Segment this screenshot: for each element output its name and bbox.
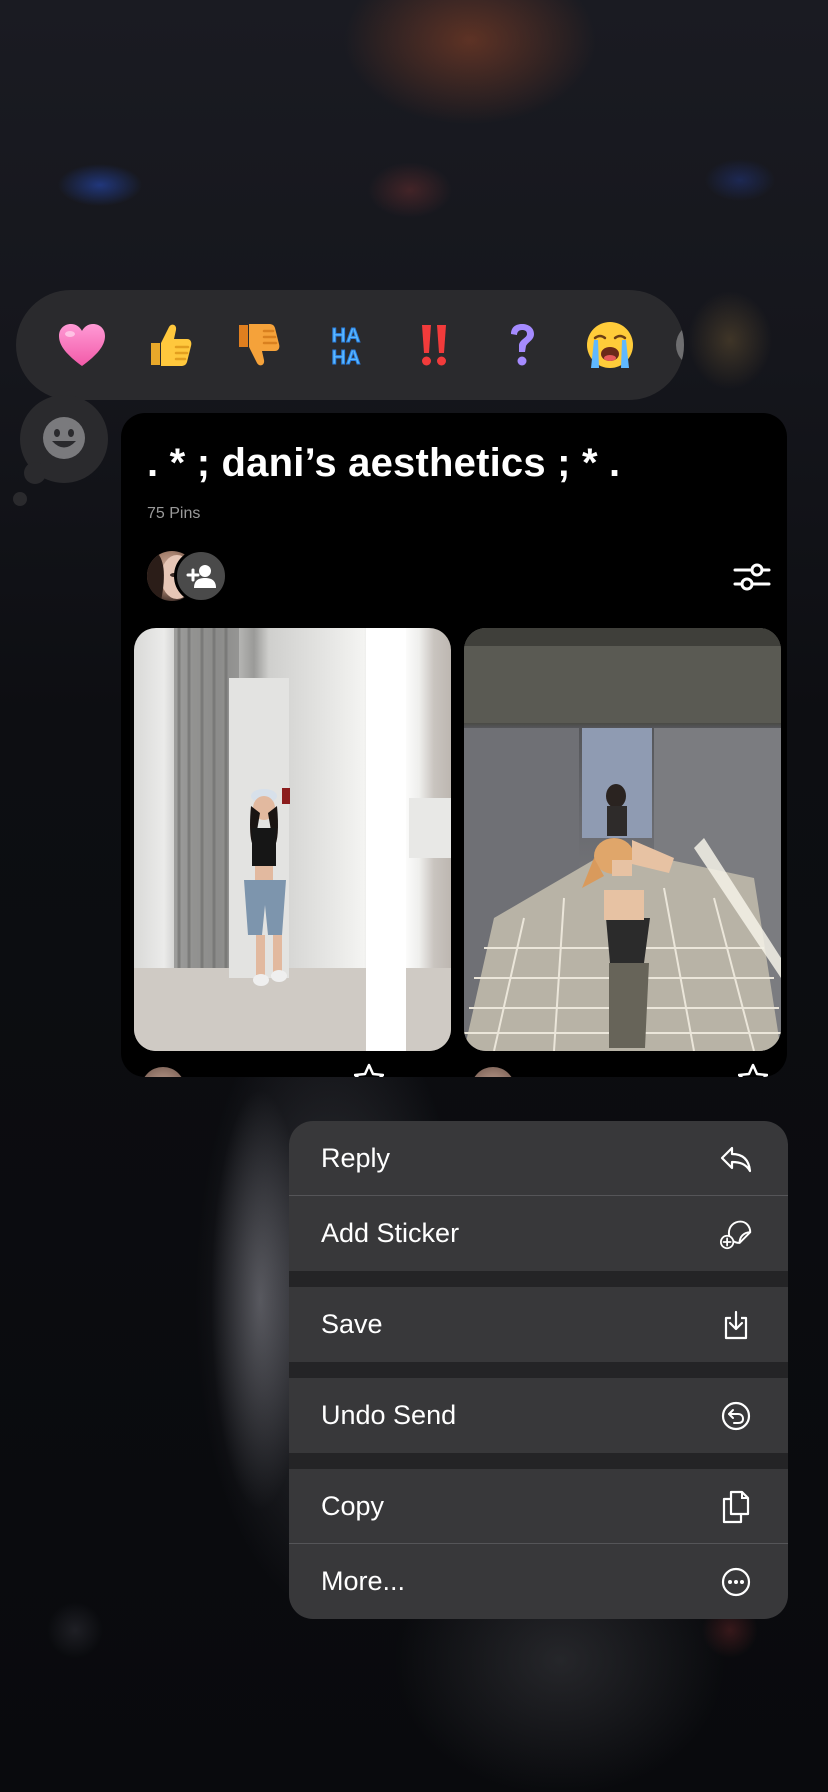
pin-count: 75 Pins — [147, 505, 201, 522]
menu-item-label: Copy — [321, 1491, 385, 1521]
menu-item-copy[interactable]: Copy — [289, 1469, 788, 1544]
double-exclamation-icon — [422, 325, 446, 366]
pin-author-avatar — [471, 1067, 515, 1077]
copy-icon — [720, 1490, 752, 1523]
heart-icon — [59, 324, 105, 366]
reaction-thumbs-up[interactable] — [126, 290, 214, 400]
reaction-exclamation[interactable] — [390, 290, 478, 400]
menu-item-reply[interactable]: Reply — [289, 1121, 788, 1196]
svg-text:HA: HA — [332, 347, 361, 369]
menu-item-add-sticker[interactable]: Add Sticker — [289, 1196, 788, 1271]
haha-icon: HA HA — [331, 325, 361, 370]
board-title: . * ; dani’s aesthetics ; * . — [147, 441, 621, 485]
smiley-add-icon[interactable] — [40, 414, 88, 462]
pin-image-stairwell[interactable] — [464, 628, 781, 1051]
menu-item-save[interactable]: Save — [289, 1287, 788, 1362]
question-icon — [511, 324, 534, 366]
reaction-heart[interactable] — [38, 290, 126, 400]
bubble-tail-dot — [24, 462, 46, 484]
menu-item-label: Reply — [321, 1143, 391, 1173]
menu-item-label: Save — [321, 1309, 383, 1339]
add-collaborator-button[interactable] — [174, 549, 228, 603]
filter-sliders-icon[interactable] — [733, 558, 771, 596]
star-icon[interactable] — [354, 1063, 384, 1077]
more-ellipsis-icon — [720, 1566, 752, 1598]
star-icon[interactable] — [738, 1063, 768, 1077]
reaction-question[interactable] — [478, 290, 566, 400]
menu-item-label: Undo Send — [321, 1400, 457, 1430]
menu-item-more[interactable]: More... — [289, 1544, 788, 1619]
svg-text:HA: HA — [332, 325, 361, 347]
pin-image-mirror-selfie[interactable] — [134, 628, 451, 1051]
save-download-icon — [720, 1309, 752, 1341]
reaction-crying[interactable] — [566, 290, 654, 400]
reaction-thumbs-down[interactable] — [214, 290, 302, 400]
menu-item-label: Add Sticker — [321, 1218, 460, 1248]
thumbs-up-icon — [151, 324, 192, 366]
undo-icon — [720, 1400, 752, 1432]
menu-item-label: More... — [321, 1566, 406, 1596]
menu-group-separator — [289, 1271, 788, 1287]
message-context-menu: Reply Add Sticker Save Undo Send Copy Mo… — [289, 1121, 788, 1619]
shared-pin-board-card[interactable]: . * ; dani’s aesthetics ; * . 75 Pins — [121, 413, 787, 1077]
reply-arrow-icon — [720, 1143, 752, 1175]
sticker-add-icon — [720, 1218, 752, 1250]
pin-author-avatar — [141, 1067, 185, 1077]
menu-item-undo-send[interactable]: Undo Send — [289, 1378, 788, 1453]
add-person-icon — [186, 565, 216, 588]
menu-group-separator — [289, 1362, 788, 1378]
crying-face-icon — [587, 322, 633, 368]
bubble-tail-dot-small — [13, 492, 27, 506]
reaction-haha[interactable]: HA HA — [302, 290, 390, 400]
reaction-bar: HA HA — [16, 290, 684, 400]
thumbs-down-icon — [239, 324, 280, 366]
menu-group-separator — [289, 1453, 788, 1469]
